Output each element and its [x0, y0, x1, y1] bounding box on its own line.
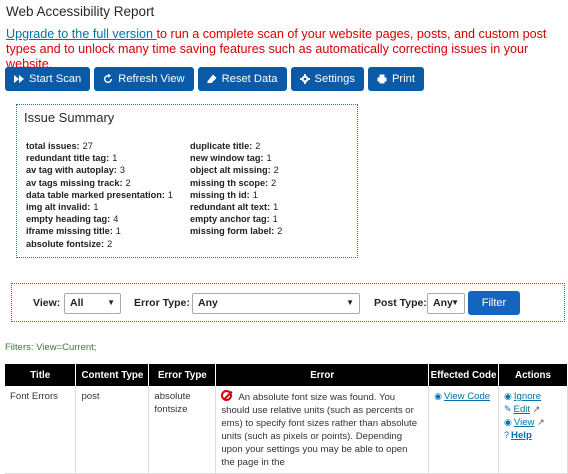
summary-item: av tags missing track: 2: [26, 177, 131, 188]
issues-table: Title Content Type Error Type Error Effe…: [5, 364, 568, 474]
summary-item: data table marked presentation: 1: [26, 189, 173, 200]
page-title: Web Accessibility Report: [6, 4, 155, 19]
issue-summary-title: Issue Summary: [24, 110, 115, 125]
refresh-view-button[interactable]: Refresh View: [94, 67, 194, 91]
post-type-select[interactable]: Any ▼: [427, 293, 465, 314]
column-header-content-type[interactable]: Content Type: [75, 364, 150, 386]
reset-data-button[interactable]: Reset Data: [197, 67, 287, 91]
settings-button[interactable]: Settings: [290, 67, 364, 91]
chevron-down-icon: ▼: [346, 298, 354, 307]
external-link-icon: ↗: [532, 404, 541, 414]
chevron-down-icon: ▼: [451, 298, 459, 307]
cell-error-type: absolute fontsize: [148, 386, 217, 474]
filter-button[interactable]: Filter: [468, 291, 520, 315]
summary-item: img alt invalid: 1: [26, 202, 99, 213]
summary-item: absolute fontsize: 2: [26, 238, 113, 249]
cell-title: Font Errors: [5, 386, 77, 474]
filters-bar: View: All ▼ Error Type: Any ▼ Post Type:…: [11, 283, 565, 322]
upgrade-notice: Upgrade to the full version to run a com…: [6, 27, 566, 72]
ignore-link[interactable]: Ignore: [514, 391, 541, 402]
summary-item: redundant alt text: 1: [190, 202, 279, 213]
edit-icon: ✎: [504, 404, 512, 414]
eye-icon: ◉: [504, 417, 512, 427]
error-icon: [221, 390, 233, 401]
summary-item: iframe missing title: 1: [26, 226, 121, 237]
external-link-icon: ↗: [537, 417, 545, 427]
gear-icon: [299, 74, 310, 84]
summary-item: new window tag: 1: [190, 153, 272, 164]
summary-item: object alt missing: 2: [190, 165, 279, 176]
summary-item: redundant title tag: 1: [26, 153, 118, 164]
summary-item: missing form label: 2: [190, 226, 283, 237]
view-select[interactable]: All ▼: [64, 293, 121, 314]
error-type-select[interactable]: Any ▼: [192, 293, 360, 314]
help-icon: ?: [504, 430, 510, 440]
summary-item: empty anchor tag: 1: [190, 214, 278, 225]
refresh-icon: [104, 74, 113, 83]
fast-forward-icon: [14, 75, 24, 83]
summary-item: duplicate title: 2: [190, 141, 261, 151]
error-type-label: Error Type:: [134, 297, 190, 309]
post-type-label: Post Type:: [374, 297, 427, 309]
summary-item: total issues: 27: [26, 141, 93, 151]
view-code-link[interactable]: View Code: [444, 391, 490, 402]
column-header-title[interactable]: Title: [5, 364, 77, 386]
issue-summary-panel: Issue Summary total issues: 27 redundant …: [16, 104, 358, 258]
upgrade-link[interactable]: Upgrade to the full version: [6, 27, 157, 41]
help-link[interactable]: Help: [511, 430, 532, 441]
cell-actions: ◉ Ignore ✎ Edit ↗ ◉ View ↗ ? Help: [498, 386, 568, 474]
eraser-icon: [206, 74, 217, 83]
chevron-down-icon: ▼: [107, 298, 115, 307]
column-header-actions[interactable]: Actions: [498, 364, 568, 386]
edit-link[interactable]: Edit: [514, 404, 531, 415]
summary-left-column: total issues: 27 redundant title tag: 1 av…: [26, 140, 173, 250]
cell-effected-code: ◉ View Code: [428, 386, 499, 474]
view-link[interactable]: View: [514, 417, 535, 428]
column-header-effected-code[interactable]: Effected Code: [428, 364, 499, 386]
eye-icon: ◉: [434, 391, 442, 401]
column-header-error-type[interactable]: Error Type: [148, 364, 217, 386]
start-scan-button[interactable]: Start Scan: [5, 67, 91, 91]
summary-right-column: duplicate title: 2 new window tag: 1 objec…: [190, 140, 282, 238]
view-label: View:: [33, 297, 61, 309]
cell-error: An absolute font size was found. You sho…: [215, 386, 430, 474]
toolbar: Start Scan Refresh View Reset Data Setti…: [5, 67, 424, 91]
summary-item: empty heading tag: 4: [26, 214, 119, 225]
table-header-row: Title Content Type Error Type Error Effe…: [5, 364, 568, 386]
column-header-error[interactable]: Error: [215, 364, 430, 386]
table-row: Font Errors post absolute fontsize An ab…: [5, 386, 568, 474]
summary-item: missing th id: 1: [190, 189, 258, 200]
summary-item: av tag with autoplay: 3: [26, 165, 125, 176]
print-button[interactable]: Print: [367, 67, 424, 91]
cell-content-type: post: [75, 386, 150, 474]
print-icon: [377, 74, 387, 84]
summary-item: missing th scope: 2: [190, 177, 277, 188]
eye-icon: ◉: [504, 391, 512, 401]
filters-status: Filters: View=Current;: [5, 342, 97, 353]
